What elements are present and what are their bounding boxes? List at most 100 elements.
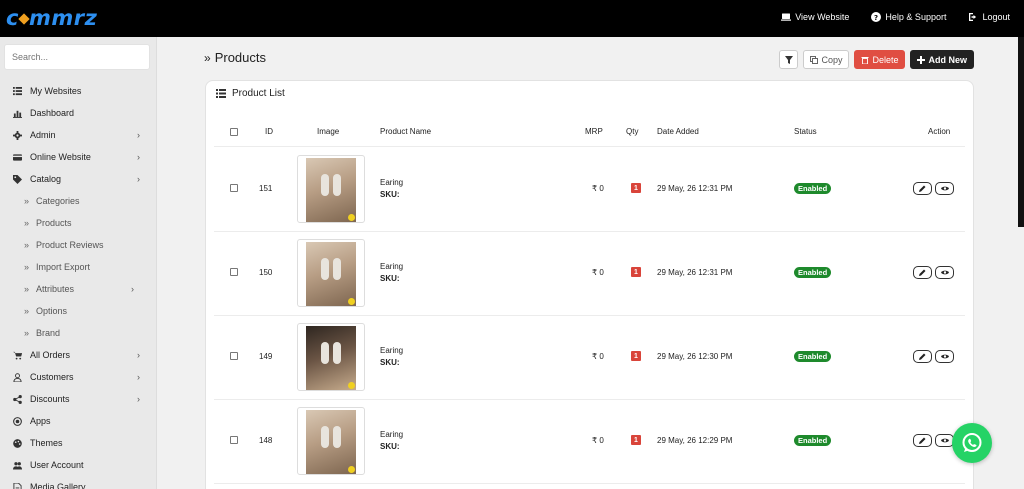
product-thumbnail[interactable] [297, 155, 365, 223]
page-scrollbar[interactable] [1018, 37, 1024, 227]
product-date-added: 29 May, 26 12:31 PM [657, 268, 733, 277]
logout-link[interactable]: Logout [968, 12, 1010, 22]
sidebar-item-themes[interactable]: Themes [0, 432, 157, 454]
sidebar-item-label: All Orders [30, 350, 71, 360]
product-date-added: 29 May, 26 12:29 PM [657, 436, 733, 445]
sidebar-item-apps[interactable]: Apps [0, 410, 157, 432]
plus-icon [917, 55, 926, 64]
help-support-link[interactable]: ? Help & Support [871, 12, 946, 22]
status-badge[interactable]: Enabled [794, 351, 832, 362]
svg-text:?: ? [874, 14, 878, 22]
logo[interactable]: c mmrz [6, 6, 97, 30]
status-badge[interactable]: Enabled [794, 183, 832, 194]
image-badge-dot [348, 298, 355, 305]
edit-button[interactable] [913, 182, 932, 195]
chart-icon [12, 108, 22, 118]
users-icon [12, 460, 22, 470]
eye-icon [940, 186, 949, 191]
add-new-button[interactable]: Add New [910, 50, 974, 69]
product-thumbnail[interactable] [297, 239, 365, 307]
sidebar-item-label: Admin [30, 130, 56, 140]
sidebar-item-options[interactable]: » Options [0, 300, 157, 322]
list-icon [216, 89, 226, 98]
sidebar-item-categories[interactable]: » Categories [0, 190, 157, 212]
edit-button[interactable] [913, 350, 932, 363]
sidebar-item-dashboard[interactable]: Dashboard [0, 102, 157, 124]
product-name: Earing [380, 178, 404, 187]
pencil-icon [918, 353, 925, 360]
sidebar-menu: My Websites Dashboard Admin › Online Website… [0, 80, 157, 489]
sidebar-item-online-website[interactable]: Online Website › [0, 146, 157, 168]
whatsapp-chat-button[interactable] [952, 423, 992, 463]
add-new-label: Add New [928, 54, 967, 65]
row-checkbox[interactable] [230, 184, 238, 192]
sidebar-item-discounts[interactable]: Discounts › [0, 388, 157, 410]
double-angle-icon: » [24, 306, 30, 316]
product-name-cell: Earing SKU: [380, 345, 403, 369]
view-button[interactable] [935, 350, 954, 363]
copy-button[interactable]: Copy [803, 50, 850, 69]
product-thumbnail[interactable] [297, 323, 365, 391]
sidebar-item-import-export[interactable]: » Import Export [0, 256, 157, 278]
column-header-id: ID [265, 127, 273, 136]
view-website-link[interactable]: View Website [781, 12, 849, 22]
sidebar-item-label: User Account [30, 460, 84, 470]
sidebar-item-label: Categories [36, 196, 80, 206]
sidebar-item-attributes[interactable]: » Attributes › [0, 278, 157, 300]
delete-button[interactable]: Delete [854, 50, 906, 69]
table-row: 149 Earing SKU: ₹ 0 1 29 May, 26 12:30 PM Enab… [206, 315, 975, 399]
sidebar-item-label: Dashboard [30, 108, 75, 118]
palette-icon [12, 438, 22, 448]
status-badge[interactable]: Enabled [794, 267, 832, 278]
sidebar-item-all-orders[interactable]: All Orders › [0, 344, 157, 366]
sidebar-item-media-gallery[interactable]: Media Gallery [0, 476, 157, 489]
status-badge[interactable]: Enabled [794, 435, 832, 446]
sidebar-item-admin[interactable]: Admin › [0, 124, 157, 146]
column-header-action: Action [928, 127, 951, 136]
logout-label: Logout [982, 12, 1010, 22]
sidebar-search-input[interactable] [4, 44, 150, 70]
filter-button[interactable] [779, 50, 799, 69]
sidebar-item-label: Customers [30, 372, 74, 382]
logo-text-end: mmrz [28, 6, 98, 30]
toolbar: Copy Delete Add New [779, 50, 974, 69]
chevron-right-icon: › [137, 130, 140, 140]
copy-label: Copy [821, 54, 843, 65]
sidebar-item-brand[interactable]: » Brand [0, 322, 157, 344]
gear-icon [12, 130, 22, 140]
file-icon [12, 482, 22, 489]
sidebar-item-label: Products [36, 218, 72, 228]
pencil-icon [918, 269, 925, 276]
tags-icon [12, 174, 22, 184]
product-id: 151 [259, 184, 273, 193]
view-button[interactable] [935, 266, 954, 279]
question-circle-icon: ? [871, 12, 882, 22]
product-mrp: ₹ 0 [592, 436, 604, 445]
product-image [306, 326, 356, 390]
product-thumbnail[interactable] [297, 407, 365, 475]
sidebar-item-customers[interactable]: Customers › [0, 366, 157, 388]
sidebar-item-user-account[interactable]: User Account [0, 454, 157, 476]
sidebar-item-label: Import Export [36, 262, 91, 272]
sidebar-item-catalog[interactable]: Catalog › [0, 168, 157, 190]
product-qty-badge: 1 [631, 267, 641, 277]
panel-header: Product List [216, 88, 285, 99]
earring-shape [321, 426, 329, 448]
sidebar-item-label: Product Reviews [36, 240, 104, 250]
edit-button[interactable] [913, 434, 932, 447]
sidebar-item-label: Media Gallery [30, 482, 86, 489]
sidebar-item-my-websites[interactable]: My Websites [0, 80, 157, 102]
select-all-checkbox[interactable] [230, 128, 238, 136]
view-button[interactable] [935, 182, 954, 195]
sidebar-item-products[interactable]: » Products [0, 212, 157, 234]
row-checkbox[interactable] [230, 352, 238, 360]
image-badge-dot [348, 382, 355, 389]
table-row: 148 Earing SKU: ₹ 0 1 29 May, 26 12:29 PM Enab… [206, 399, 975, 483]
row-checkbox[interactable] [230, 268, 238, 276]
product-sku: SKU: [380, 190, 400, 199]
earring-shape [321, 258, 329, 280]
row-checkbox[interactable] [230, 436, 238, 444]
sidebar-item-product-reviews[interactable]: » Product Reviews [0, 234, 157, 256]
product-qty-badge: 1 [631, 435, 641, 445]
edit-button[interactable] [913, 266, 932, 279]
